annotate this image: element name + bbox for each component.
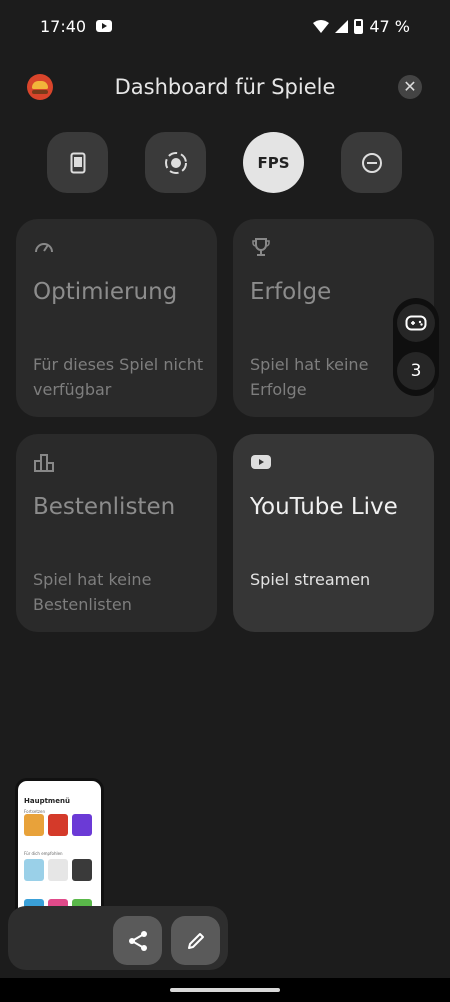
tile-title: Bestenlisten: [33, 494, 176, 520]
tile-leaderboards[interactable]: Bestenlisten Spiel hat keine Bestenliste…: [16, 434, 217, 632]
notification-count-button[interactable]: 3: [397, 352, 435, 390]
preview-game-tile: [24, 814, 44, 836]
page-title: Dashboard für Spiele: [114, 75, 336, 99]
preview-game-tile: [72, 859, 92, 881]
pencil-icon: [187, 932, 204, 949]
tile-title: Erfolge: [250, 279, 332, 305]
tile-title: Optimierung: [33, 279, 178, 305]
battery-percent: 47 %: [369, 16, 410, 36]
fps-label: FPS: [257, 153, 290, 172]
edit-button[interactable]: [171, 916, 220, 965]
screenshot-button[interactable]: [47, 132, 108, 193]
quick-settings-row: FPS: [0, 132, 450, 194]
preview-game-tile: [72, 814, 92, 836]
close-button[interactable]: ✕: [398, 75, 422, 99]
preview-game-tile: [24, 859, 44, 881]
trophy-icon: [252, 238, 270, 256]
youtube-notification-icon: [96, 20, 113, 32]
do-not-disturb-icon: [361, 152, 382, 173]
tile-youtube-live[interactable]: YouTube Live Spiel streamen: [233, 434, 434, 632]
fps-button[interactable]: FPS: [243, 132, 304, 193]
gamepad-icon: [405, 315, 427, 331]
tile-subtitle: Spiel streamen: [250, 570, 371, 589]
tile-title: YouTube Live: [250, 494, 398, 520]
status-bar: 17:40 47 %: [0, 0, 450, 52]
leaderboard-icon: [34, 454, 54, 472]
wifi-icon: [313, 19, 330, 33]
dashboard-header: Dashboard für Spiele ✕: [0, 62, 450, 112]
phone-icon: [70, 152, 85, 173]
preview-section-label: Für dich empfohlen: [24, 851, 63, 856]
signal-icon: [335, 19, 349, 33]
record-button[interactable]: [145, 132, 206, 193]
home-indicator[interactable]: [0, 978, 450, 1002]
tile-optimization[interactable]: Optimierung Für dieses Spiel nicht verfü…: [16, 219, 217, 417]
youtube-icon: [251, 455, 271, 469]
tile-subtitle: Für dieses Spiel nicht verfügbar: [33, 355, 204, 399]
status-time: 17:40: [40, 16, 87, 36]
record-icon: [164, 151, 187, 174]
share-icon: [128, 930, 147, 951]
game-icon: [27, 74, 53, 100]
preview-game-tile: [48, 814, 68, 836]
preview-game-tile: [48, 859, 68, 881]
game-controller-button[interactable]: [397, 304, 435, 342]
speedometer-icon: [35, 243, 53, 253]
notification-count: 3: [410, 361, 422, 381]
side-panel: 3: [393, 298, 439, 396]
share-button[interactable]: [113, 916, 162, 965]
status-icons: 47 %: [313, 17, 410, 36]
do-not-disturb-button[interactable]: [341, 132, 402, 193]
battery-icon: [354, 18, 364, 34]
preview-title: Hauptmenü: [24, 797, 70, 805]
tile-subtitle: Spiel hat keine Bestenlisten: [33, 570, 152, 614]
